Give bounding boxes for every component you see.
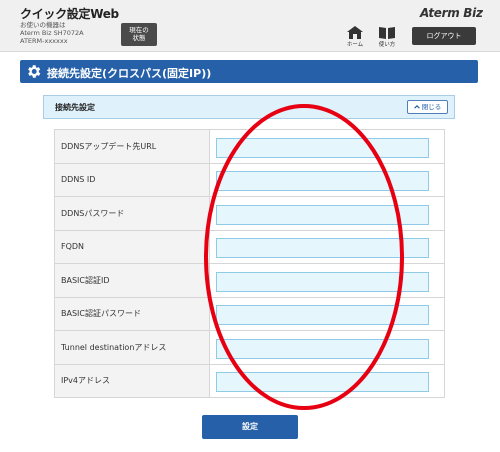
current-status-button[interactable]: 現在の 状態	[121, 23, 157, 46]
panel-title: 接続先設定	[55, 103, 95, 112]
form-row: IPv4アドレス	[53, 363, 445, 398]
book-icon	[379, 27, 395, 39]
app-title: クイック設定Web	[20, 7, 119, 21]
home-link-label: ホーム	[346, 42, 364, 48]
ddns-id-input[interactable]	[216, 171, 430, 191]
field-label-ddns-id: DDNS ID	[53, 162, 211, 197]
device-info-line: ATERM-xxxxxx	[20, 37, 68, 45]
status-button-line: 状態	[132, 34, 146, 42]
form-row: DDNS ID	[53, 162, 445, 197]
form-row: DDNSパスワード	[53, 196, 445, 231]
settings-form: DDNSアップデート先URL DDNS ID DDNSパスワード FQDN BA…	[53, 129, 445, 398]
field-label-ipv4-address: IPv4アドレス	[53, 363, 211, 398]
form-row: Tunnel destinationアドレス	[53, 330, 445, 365]
status-button-line: 現在の	[129, 26, 149, 34]
section-header: 接続先設定(クロスパス(固定IP))	[20, 60, 478, 83]
chevron-up-icon	[413, 104, 420, 109]
field-label-basic-auth-id: BASIC認証ID	[53, 263, 211, 298]
basic-auth-password-input[interactable]	[216, 305, 430, 325]
field-label-basic-auth-password: BASIC認証パスワード	[53, 296, 211, 331]
settings-panel-header: 接続先設定 閉じる	[43, 95, 455, 119]
manual-link-label: 使い方	[378, 42, 396, 48]
brand-logo: Aterm Biz	[420, 6, 483, 20]
form-row: DDNSアップデート先URL	[53, 129, 445, 164]
header: クイック設定Web お使いの機器は Aterm Biz SH7072A ATER…	[0, 0, 500, 52]
collapse-button-label: 閉じる	[421, 103, 442, 111]
gear-icon	[28, 65, 41, 78]
basic-auth-id-input[interactable]	[216, 271, 430, 292]
home-link[interactable]: ホーム	[344, 26, 366, 50]
logout-button[interactable]: ログアウト	[412, 27, 476, 45]
home-icon	[347, 26, 363, 39]
form-row: BASIC認証ID	[53, 263, 445, 298]
manual-link[interactable]: 使い方	[374, 26, 400, 50]
field-label-tunnel-destination: Tunnel destinationアドレス	[53, 330, 211, 365]
device-info: お使いの機器は Aterm Biz SH7072A ATERM-xxxxxx	[20, 21, 84, 45]
tunnel-destination-input[interactable]	[216, 338, 430, 359]
field-label-fqdn: FQDN	[53, 229, 211, 264]
form-row: BASIC認証パスワード	[53, 296, 445, 331]
ddns-update-url-input[interactable]	[216, 137, 430, 158]
submit-button[interactable]: 設定	[202, 415, 298, 439]
form-row: FQDN	[53, 229, 445, 264]
device-info-line: Aterm Biz SH7072A	[20, 29, 84, 37]
collapse-button[interactable]: 閉じる	[407, 100, 448, 114]
section-title: 接続先設定(クロスパス(固定IP))	[47, 67, 212, 80]
field-label-ddns-url: DDNSアップデート先URL	[53, 129, 211, 164]
field-label-ddns-password: DDNSパスワード	[53, 196, 211, 231]
fqdn-input[interactable]	[216, 238, 430, 258]
ipv4-address-input[interactable]	[216, 372, 430, 392]
ddns-password-input[interactable]	[216, 204, 430, 225]
device-info-line: お使いの機器は	[20, 21, 66, 29]
